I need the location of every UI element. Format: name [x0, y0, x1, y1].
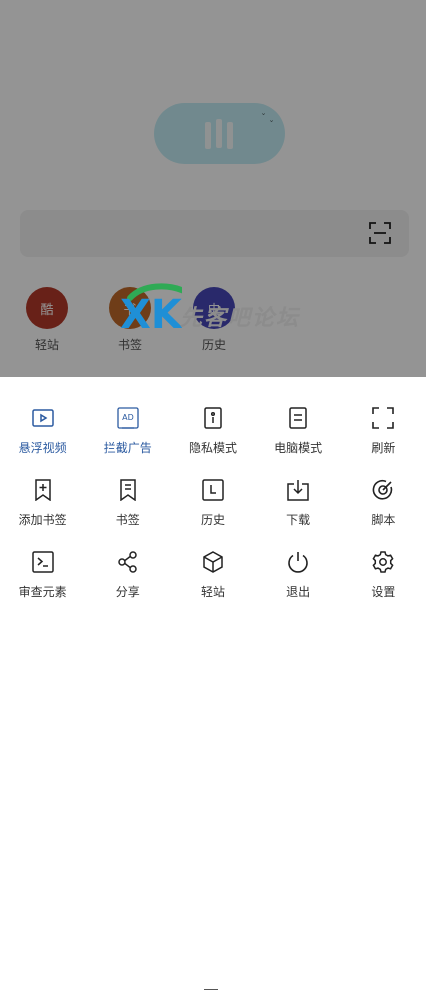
privacy-mode-icon	[204, 407, 222, 429]
menu-label: 拦截广告	[103, 441, 152, 455]
watermark-text: 先客吧论坛	[180, 305, 301, 331]
refresh-icon	[372, 407, 395, 429]
menu-label: 添加书签	[18, 513, 67, 527]
menu-light-site[interactable]: 轻站	[170, 551, 255, 600]
menu-bookmarks[interactable]: 书签	[85, 479, 170, 528]
menu-settings[interactable]: 设置	[341, 551, 426, 600]
svg-text:XK: XK	[120, 292, 182, 336]
desktop-mode-icon	[289, 407, 307, 429]
menu-label: 下载	[286, 513, 311, 527]
inspect-element-icon	[31, 551, 54, 573]
watermark-logo-icon: XK	[120, 283, 187, 338]
menu-label: 书签	[115, 513, 140, 527]
bottom-menu-sheet: 悬浮视频 AD 拦截广告 隐私模式 电脑模式 刷新 添加书签 书签 历史 下载 …	[0, 377, 426, 990]
exit-icon	[288, 552, 308, 573]
menu-share[interactable]: 分享	[85, 551, 170, 600]
settings-icon	[372, 551, 394, 573]
menu-label: 电脑模式	[274, 441, 323, 455]
download-icon	[287, 480, 309, 501]
menu-label: 分享	[115, 585, 140, 599]
menu-label: 历史	[200, 513, 225, 527]
menu-privacy-mode[interactable]: 隐私模式	[170, 407, 255, 456]
menu-floating-video[interactable]: 悬浮视频	[0, 407, 85, 456]
menu-label: 隐私模式	[188, 441, 237, 455]
svg-text:AD: AD	[122, 413, 134, 422]
light-site-icon	[203, 551, 223, 573]
menu-ad-block[interactable]: AD 拦截广告	[85, 407, 170, 456]
menu-add-bookmark[interactable]: 添加书签	[0, 479, 85, 528]
floating-video-icon	[31, 409, 54, 427]
add-bookmark-icon	[34, 479, 51, 501]
script-icon	[373, 480, 393, 500]
ad-block-icon: AD	[117, 407, 139, 429]
menu-history[interactable]: 历史	[170, 479, 255, 528]
menu-label: 退出	[286, 585, 311, 599]
menu-exit[interactable]: 退出	[256, 551, 341, 600]
menu-script[interactable]: 脚本	[341, 479, 426, 528]
menu-inspect-element[interactable]: 审查元素	[0, 551, 85, 600]
menu-label: 刷新	[371, 441, 396, 455]
watermark: XK 先客吧论坛	[118, 276, 318, 338]
share-icon	[118, 551, 137, 573]
menu-label: 审查元素	[18, 585, 67, 599]
menu-desktop-mode[interactable]: 电脑模式	[256, 407, 341, 456]
menu-label: 设置	[371, 585, 396, 599]
sheet-scroll-peek	[204, 989, 218, 994]
menu-refresh[interactable]: 刷新	[341, 407, 426, 456]
bookmarks-icon	[120, 479, 136, 501]
menu-label: 悬浮视频	[18, 441, 67, 455]
menu-label: 脚本	[371, 513, 396, 527]
history-icon	[202, 479, 224, 501]
menu-download[interactable]: 下载	[256, 479, 341, 528]
menu-label: 轻站	[200, 585, 225, 599]
